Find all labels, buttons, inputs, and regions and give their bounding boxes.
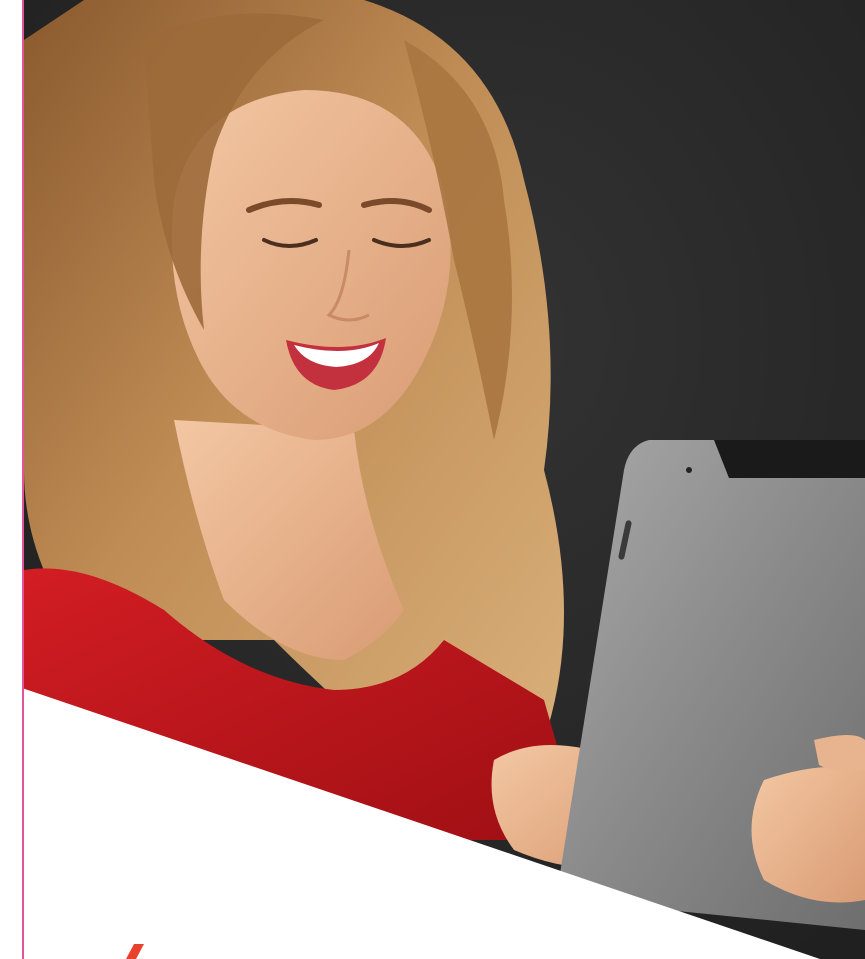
hero-banner	[0, 0, 865, 959]
tablet-screen-edge	[714, 440, 865, 478]
hero-photo	[24, 0, 865, 959]
photo-illustration	[24, 0, 865, 959]
right-finger	[814, 735, 865, 772]
right-hand	[751, 766, 865, 903]
left-accent-line	[22, 0, 24, 959]
red-brand-mark-icon	[126, 944, 144, 959]
tablet-camera	[686, 467, 692, 473]
